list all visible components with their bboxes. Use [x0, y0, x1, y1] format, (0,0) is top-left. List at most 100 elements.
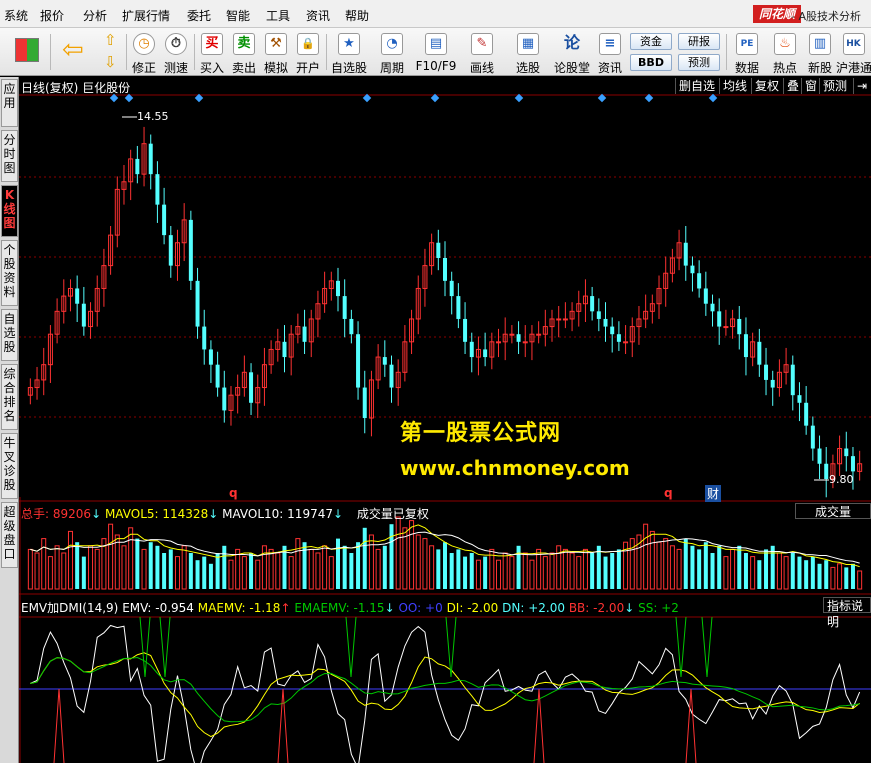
volume-bar-up: [656, 541, 662, 590]
dn-label: DN:: [502, 601, 525, 615]
menu-item-help[interactable]: 帮助: [345, 7, 369, 24]
scroll-down-button[interactable]: ⇩: [100, 52, 124, 74]
candle-body-down: [703, 288, 708, 304]
menu-item-quote[interactable]: 报价: [40, 7, 64, 24]
sidebar-tab-diagnosis[interactable]: 牛叉诊股: [1, 433, 18, 499]
toolbar-btn-simulate[interactable]: ⚒ 模拟: [260, 28, 292, 76]
timer-icon: ⏱: [165, 33, 187, 55]
toolbar-btn-label: 新股: [807, 61, 832, 75]
bbd-button[interactable]: BBD: [630, 54, 672, 71]
window-button[interactable]: 窗: [801, 78, 821, 94]
adjust-button[interactable]: 复权: [751, 78, 783, 94]
sidebar-tab-order-book[interactable]: 超级盘口: [1, 502, 18, 568]
sidebar-tab-ranking[interactable]: 综合排名: [1, 364, 18, 430]
volume-panel-button[interactable]: 成交量: [795, 503, 871, 519]
volume-bar-up: [295, 538, 301, 590]
menu-item-tools[interactable]: 工具: [266, 7, 290, 24]
volume-header: 总手: 89206↓ MAVOL5: 114328↓ MAVOL10: 1197…: [21, 505, 429, 522]
sidebar-tab-apps[interactable]: 应用: [1, 79, 18, 127]
toolbar-btn-stock-picker[interactable]: ▦ 选股: [508, 28, 548, 76]
candle-body-down: [222, 387, 227, 411]
menu-item-system[interactable]: 系统: [4, 7, 28, 24]
toolbar-btn-period[interactable]: ◔ 周期: [372, 28, 412, 76]
chart-title: 日线(复权) 巨化股份: [21, 81, 131, 95]
brand-subtitle: - A股技术分析: [791, 10, 861, 23]
toolbar-btn-open-account[interactable]: 🔒 开户: [292, 28, 324, 76]
toolbar-btn-speedtest[interactable]: ⏱ 测速: [160, 28, 192, 76]
volume-bar-down: [810, 556, 815, 589]
sidebar-tab-kline[interactable]: K线图: [1, 185, 18, 237]
sidebar-tab-watchlist[interactable]: 自选股: [1, 309, 18, 361]
candle-body-down: [356, 334, 361, 388]
candle-body-up: [522, 341, 528, 344]
back-button[interactable]: ⇦: [56, 28, 92, 76]
f10-icon: ▤: [425, 33, 447, 55]
volume-bar-up: [88, 545, 94, 590]
toolbar-btn-new-stock[interactable]: ▥ 新股: [804, 28, 836, 76]
toolbar-btn-draw-line[interactable]: ✎ 画线: [462, 28, 502, 76]
forecast-button[interactable]: 预测: [678, 54, 720, 71]
toolbar-btn-label: 数据: [734, 61, 759, 75]
expand-arrow-icon[interactable]: ⇥: [853, 78, 871, 94]
candle-body-down: [469, 341, 474, 358]
toolbar-btn-info[interactable]: ≡ 资讯: [594, 28, 626, 76]
sidebar-tab-intraday[interactable]: 分时图: [1, 130, 18, 182]
toolbar-btn-data[interactable]: PE 数据: [730, 28, 764, 76]
volume-bar-down: [349, 553, 354, 589]
overlay-button[interactable]: 叠: [783, 78, 803, 94]
scroll-up-button[interactable]: ⇧: [100, 28, 124, 50]
maemv-line: [30, 652, 860, 738]
up-arrow-icon: ↑: [280, 601, 291, 615]
toolbar-btn-forum[interactable]: 论 论股堂: [552, 28, 592, 76]
volume-note: 成交量已复权: [356, 507, 429, 521]
candle-body-up: [562, 318, 568, 321]
volume-bar-down: [195, 560, 200, 589]
volume-bar-down: [436, 549, 441, 589]
volume-bar-down: [610, 553, 615, 589]
volume-bar-up: [288, 556, 294, 590]
sse-hk-icon: HK: [842, 33, 865, 55]
toolbar-separator: [194, 34, 195, 70]
toolbar-btn-hk-connect[interactable]: HK 沪港通: [836, 28, 871, 76]
green-signal-spike: [675, 616, 687, 678]
candle-body-down: [764, 364, 769, 380]
volume-bar-down: [463, 556, 468, 589]
toolbar-btn-sell[interactable]: 卖 卖出: [228, 28, 260, 76]
menu-item-trade[interactable]: 委托: [187, 7, 211, 24]
toolbar: ⇦ ⇧ ⇩ ◷ 修正 ⏱ 测速 买 买入 卖 卖出 ⚒ 模拟 🔒 开户 ★ 自选…: [0, 28, 871, 76]
q-marker: q: [664, 486, 673, 500]
toolbar-btn-fix[interactable]: ◷ 修正: [128, 28, 160, 76]
research-button[interactable]: 研报: [678, 33, 720, 50]
remove-watchlist-button[interactable]: 删自选: [675, 78, 719, 94]
emaemv-value: -1.15: [353, 601, 385, 615]
candle-body-up: [536, 333, 542, 336]
forecast-chart-button[interactable]: 预测: [819, 78, 851, 94]
mavol10-label: MAVOL10:: [222, 507, 284, 521]
menu-item-analysis[interactable]: 分析: [83, 7, 107, 24]
volume-bar-up: [308, 548, 314, 590]
green-signal-spike: [159, 616, 171, 678]
back-arrow-icon: ⇦: [62, 35, 84, 65]
volume-bar-down: [824, 560, 829, 589]
volume-bar-down: [469, 553, 474, 589]
mavol5-label: MAVOL5:: [104, 507, 159, 521]
menu-item-news[interactable]: 资讯: [306, 7, 330, 24]
indicator-help-button[interactable]: 指标说明: [823, 597, 871, 629]
kline-chart-area[interactable]: 日线(复权) 巨化股份 删自选 均线 复权 叠 窗 预测 ⇥ 14.55 9.8…: [19, 77, 871, 763]
candle-body-down: [717, 311, 722, 327]
toolbar-btn-f10[interactable]: ▤ F10/F9: [414, 28, 458, 76]
toolbar-btn-buy[interactable]: 买 买入: [196, 28, 228, 76]
windows-grid-button[interactable]: [8, 28, 44, 76]
volume-bar-up: [275, 552, 281, 590]
sidebar-tab-profile[interactable]: 个股资料: [1, 240, 18, 306]
volume-bar-up: [576, 556, 582, 590]
toolbar-btn-watchlist[interactable]: ★ 自选股: [328, 28, 370, 76]
toolbar-btn-hot[interactable]: ♨ 热点: [768, 28, 802, 76]
ma-button[interactable]: 均线: [719, 78, 751, 94]
menu-item-extended-quote[interactable]: 扩展行情: [122, 7, 170, 24]
ss-value: +2: [661, 601, 679, 615]
red-signal-spike: [685, 688, 697, 763]
menu-item-smart[interactable]: 智能: [226, 7, 250, 24]
fund-button[interactable]: 资金: [630, 33, 672, 50]
news-icon: ≡: [599, 33, 621, 55]
